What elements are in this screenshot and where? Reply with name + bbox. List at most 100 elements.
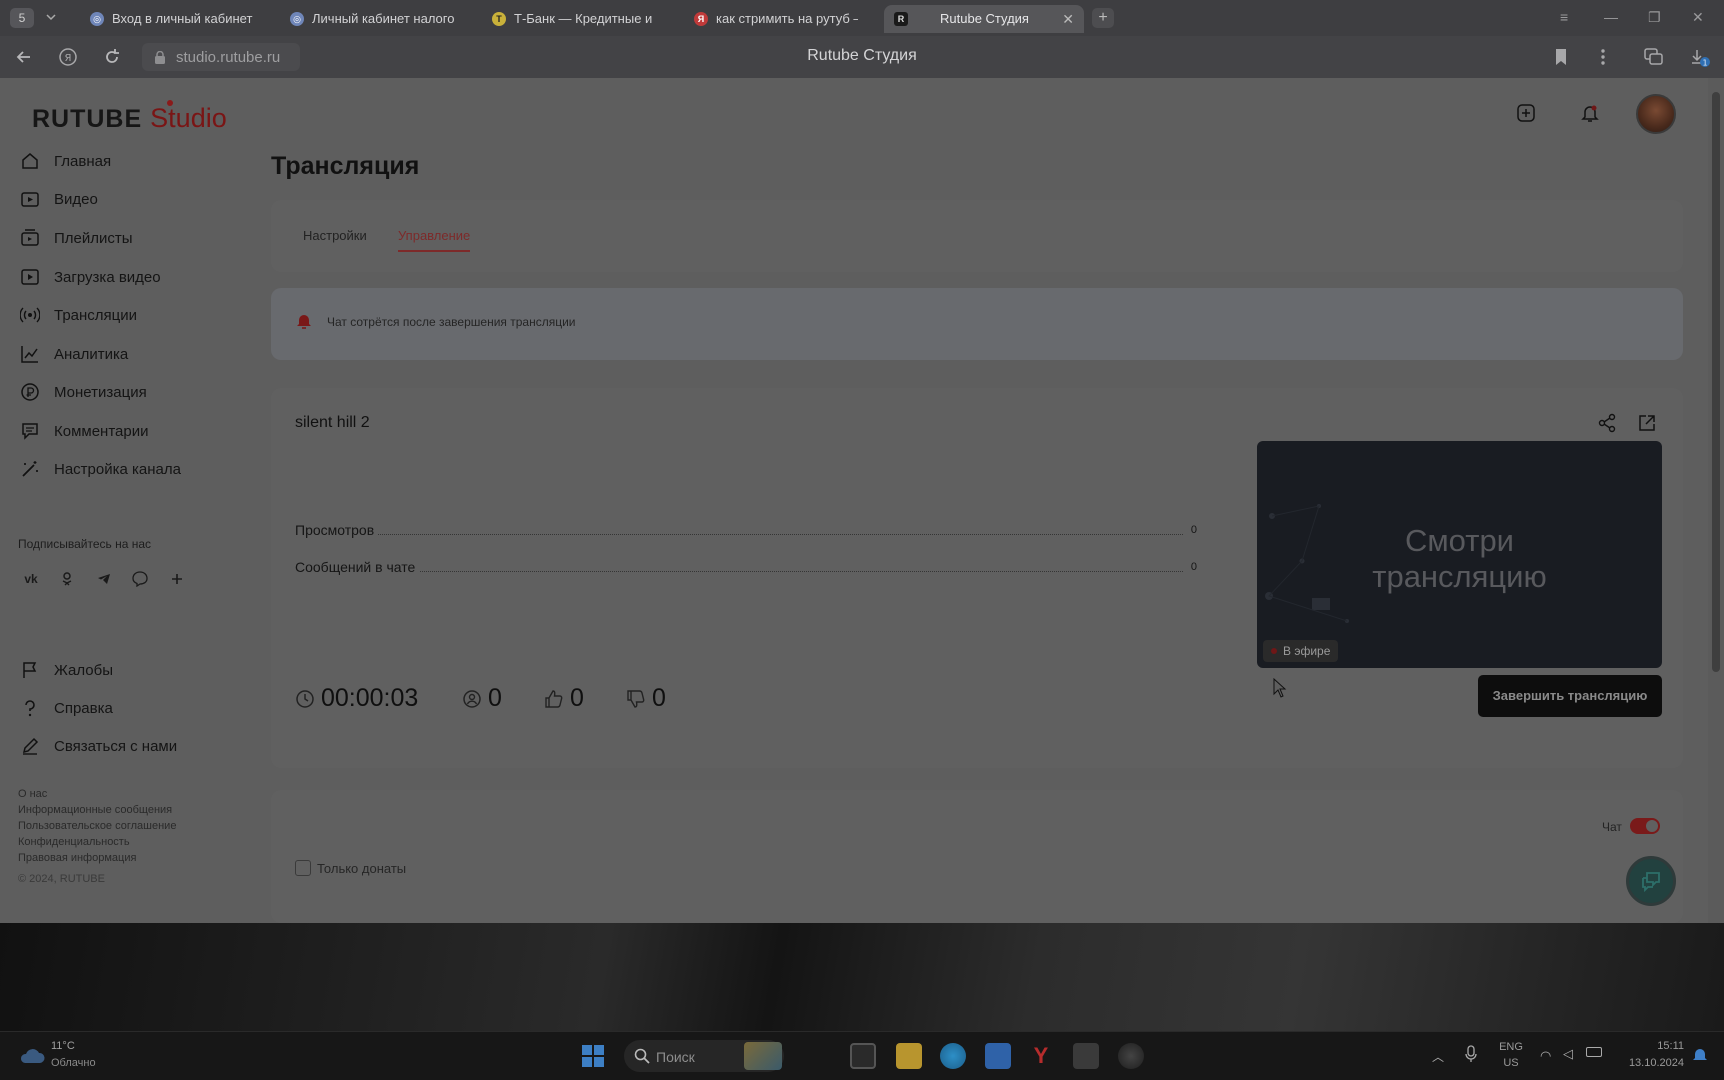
- browser-tab-3[interactable]: T Т-Банк — Кредитные и де: [482, 5, 670, 33]
- end-stream-button[interactable]: Завершить трансляцию: [1478, 675, 1662, 717]
- chat-label: Чат: [1602, 820, 1622, 834]
- edge-icon[interactable]: [940, 1043, 966, 1069]
- tab-settings[interactable]: Настройки: [303, 228, 367, 243]
- telegram-icon[interactable]: [93, 568, 115, 590]
- sidebar-item-comments[interactable]: Комментарии: [18, 418, 148, 444]
- sidebar-item-help[interactable]: Справка: [18, 695, 113, 721]
- rutube-icon: R: [894, 12, 908, 26]
- background-game-image: [0, 923, 1724, 1031]
- chevron-down-icon[interactable]: [44, 10, 58, 24]
- sidebar-item-channel-settings[interactable]: Настройка канала: [18, 456, 181, 482]
- close-window-icon[interactable]: ✕: [1692, 9, 1704, 26]
- upload-icon: [18, 265, 42, 289]
- minimize-icon[interactable]: —: [1604, 9, 1618, 25]
- clock-icon: [295, 689, 315, 709]
- globe-icon: ◎: [90, 12, 104, 26]
- share-icon[interactable]: [1597, 413, 1617, 433]
- scroll-thumb[interactable]: [1712, 92, 1720, 672]
- browser-tab-1[interactable]: ◎ Вход в личный кабинет ·: [80, 5, 268, 33]
- sidebar-item-contact[interactable]: Связаться с нами: [18, 733, 177, 759]
- stat-value: 0: [1190, 561, 1197, 573]
- browser-tab-active[interactable]: R Rutube Студия ✕: [884, 5, 1084, 33]
- stat-row-chat-messages: Сообщений в чате 0: [295, 559, 1197, 577]
- tab-title: Rutube Студия: [940, 11, 1029, 26]
- stream-tabs: Настройки Управление: [271, 200, 1683, 272]
- file-explorer-icon[interactable]: [896, 1043, 922, 1069]
- open-external-icon[interactable]: [1637, 413, 1657, 433]
- taskbar-search[interactable]: Поиск: [624, 1040, 784, 1072]
- footer-link-privacy[interactable]: Конфиденциальность: [18, 836, 130, 848]
- notification-center-icon[interactable]: [1692, 1046, 1708, 1064]
- sidebar-item-analytics[interactable]: Аналитика: [18, 341, 128, 367]
- notifications-bell-icon[interactable]: [1573, 96, 1607, 130]
- sidebar-item-video[interactable]: Видео: [18, 186, 98, 212]
- footer-link-about[interactable]: О нас: [18, 788, 47, 800]
- sidebar-item-broadcasts[interactable]: Трансляции: [18, 302, 137, 328]
- copyright: © 2024, RUTUBE: [18, 873, 105, 885]
- sidebar-item-monetization[interactable]: Монетизация: [18, 379, 147, 405]
- sidebar-item-upload[interactable]: Загрузка видео: [18, 264, 161, 290]
- collections-icon[interactable]: [1644, 48, 1664, 66]
- preview-text-line2: трансляцию: [1372, 559, 1547, 594]
- footer-link-agreement[interactable]: Пользовательское соглашение: [18, 820, 176, 832]
- footer-link-legal[interactable]: Правовая информация: [18, 852, 136, 864]
- studio-page: RUTUBE Studio Главная Видео Плейлисты Заг…: [0, 78, 1724, 923]
- game-app-icon[interactable]: [1073, 1043, 1099, 1069]
- sidebar-item-label: Монетизация: [54, 383, 147, 401]
- downloads-icon[interactable]: 1: [1690, 48, 1712, 70]
- restore-icon[interactable]: ❐: [1648, 9, 1661, 26]
- new-tab-button[interactable]: +: [1092, 8, 1114, 28]
- weather-cloud-icon[interactable]: [18, 1044, 46, 1066]
- menu-icon[interactable]: ≡: [1560, 9, 1568, 25]
- lang-line2[interactable]: US: [1496, 1057, 1526, 1069]
- search-icon: [634, 1048, 650, 1064]
- more-socials-icon[interactable]: [166, 568, 188, 590]
- viewers-metric: 0: [462, 684, 502, 713]
- stream-preview[interactable]: Смотри трансляцию В эфире: [1257, 441, 1662, 668]
- weather-desc: Облачно: [51, 1057, 96, 1069]
- rutube-studio-logo[interactable]: RUTUBE Studio: [32, 100, 227, 134]
- user-avatar[interactable]: [1636, 94, 1676, 134]
- logo-dot: [167, 100, 173, 106]
- lang-line1[interactable]: ENG: [1496, 1041, 1526, 1053]
- support-chat-button[interactable]: [1626, 856, 1676, 906]
- dotted-leader: [295, 571, 1183, 572]
- microphone-icon[interactable]: [1465, 1045, 1477, 1063]
- add-content-button[interactable]: [1509, 96, 1543, 130]
- task-view-icon[interactable]: [850, 1043, 876, 1069]
- viewers-value: 0: [488, 684, 502, 712]
- more-vertical-icon[interactable]: [1600, 48, 1606, 66]
- browser-tab-4[interactable]: Я как стримить на рутуб —: [684, 5, 872, 33]
- stat-label: Сообщений в чате: [295, 559, 420, 575]
- home-icon: [18, 149, 42, 173]
- clock-time[interactable]: 15:11: [1620, 1040, 1684, 1052]
- tab-count-badge[interactable]: 5: [10, 8, 34, 28]
- viber-icon[interactable]: [129, 568, 151, 590]
- donations-only-checkbox[interactable]: [295, 860, 311, 876]
- browser-tab-2[interactable]: ◎ Личный кабинет налогоп: [280, 5, 468, 33]
- bookmark-icon[interactable]: [1554, 48, 1568, 66]
- footer-link-info[interactable]: Информационные сообщения: [18, 804, 172, 816]
- ok-icon[interactable]: [56, 568, 78, 590]
- sidebar-item-playlists[interactable]: Плейлисты: [18, 225, 133, 251]
- logo-brand: RUTUBE: [32, 105, 143, 133]
- page-scrollbar[interactable]: [1708, 78, 1724, 923]
- volume-icon[interactable]: ◁: [1563, 1046, 1573, 1062]
- close-icon[interactable]: ✕: [1062, 5, 1074, 33]
- sidebar-item-home[interactable]: Главная: [18, 148, 111, 174]
- live-badge: В эфире: [1263, 640, 1339, 662]
- tab-management[interactable]: Управление: [398, 228, 470, 243]
- chevron-up-icon[interactable]: ︿: [1432, 1048, 1444, 1065]
- money-icon: [18, 380, 42, 404]
- wifi-icon[interactable]: ◠: [1540, 1048, 1551, 1064]
- notice-text: Чат сотрётся после завершения трансляции: [327, 315, 576, 329]
- obs-icon[interactable]: [1118, 1043, 1144, 1069]
- chat-toggle[interactable]: [1630, 818, 1660, 834]
- battery-icon[interactable]: [1586, 1047, 1602, 1057]
- windows-start-icon[interactable]: [582, 1045, 604, 1067]
- vk-icon[interactable]: vk: [20, 568, 42, 590]
- store-icon[interactable]: [985, 1043, 1011, 1069]
- clock-date[interactable]: 13.10.2024: [1620, 1057, 1684, 1069]
- sidebar-item-complaints[interactable]: Жалобы: [18, 657, 113, 683]
- yandex-browser-icon[interactable]: Y: [1028, 1043, 1054, 1069]
